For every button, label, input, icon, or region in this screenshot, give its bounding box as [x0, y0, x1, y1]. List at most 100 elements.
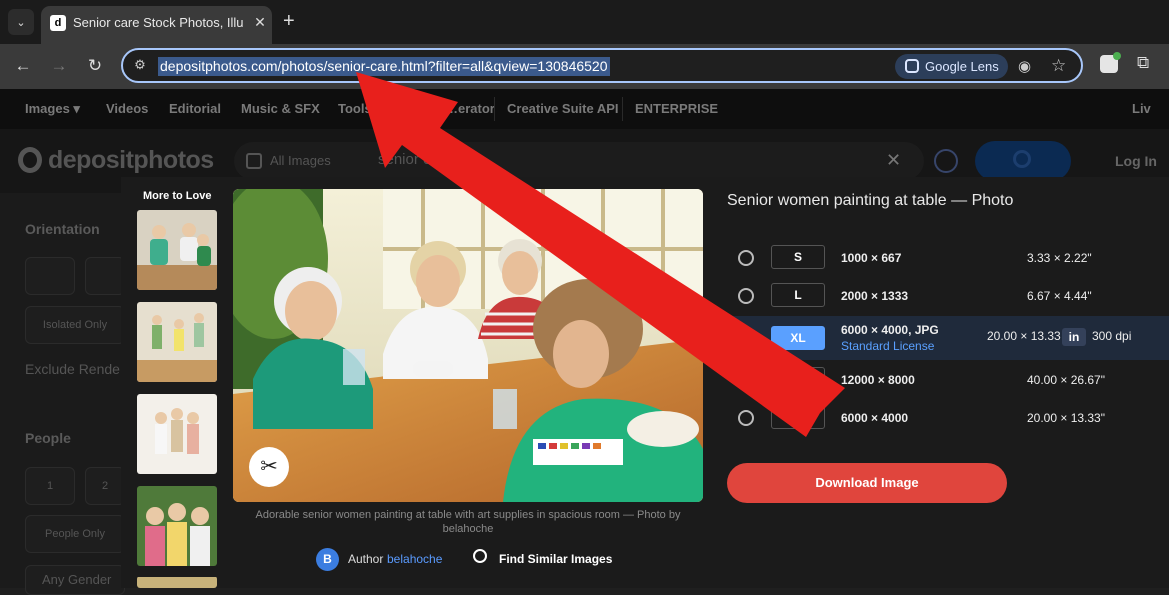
related-thumbnail[interactable] [137, 486, 217, 566]
size-radio[interactable] [738, 410, 754, 426]
size-option-s[interactable]: S 1000 × 667 3.33 × 2.22" [727, 238, 1169, 278]
nav-enterprise[interactable]: ENTERPRISE [635, 101, 718, 116]
download-image-button[interactable]: Download Image [727, 463, 1007, 503]
dpi-label: 300 dpi [1092, 329, 1132, 343]
thumbnail-image [137, 210, 217, 290]
people-count-1-button[interactable]: 1 [25, 467, 75, 505]
nav-generator[interactable]: …erator [445, 101, 495, 116]
tab-search-chevron-icon[interactable]: ⌄ [8, 9, 34, 35]
thumbnail-image [137, 394, 217, 474]
close-tab-icon[interactable]: ✕ [251, 13, 269, 31]
eye-off-icon[interactable]: ◉ [1018, 57, 1031, 75]
clear-search-icon[interactable]: ✕ [886, 150, 901, 171]
bookmark-star-icon[interactable]: ☆ [1051, 56, 1066, 76]
nav-images[interactable]: Images ▾ [25, 101, 80, 117]
forward-arrow-icon[interactable]: → [47, 54, 71, 78]
nav-divider [622, 97, 623, 121]
size-dimensions: 6000 × 4000, JPG [841, 323, 939, 337]
standard-license-link[interactable]: Standard License [841, 339, 934, 353]
address-bar[interactable]: ⚙ depositphotos.com/photos/senior-care.h… [121, 48, 1083, 83]
size-radio[interactable] [738, 372, 754, 388]
search-scope-select[interactable]: All Images [270, 153, 331, 168]
size-option-super[interactable]: SUPER 12000 × 8000 40.00 × 26.67" [727, 360, 1169, 400]
isolated-only-button[interactable]: Isolated Only [25, 306, 125, 344]
camera-lens-icon [905, 59, 919, 73]
browser-toolbar: ← → ↻ ⚙ depositphotos.com/photos/senior-… [0, 44, 1169, 89]
orientation-heading: Orientation [25, 221, 100, 237]
size-radio[interactable] [738, 288, 754, 304]
nav-live-chat[interactable]: Liv [1132, 101, 1151, 116]
size-badge: EL [771, 405, 825, 429]
image-filter-icon [246, 153, 262, 169]
photo-title: Senior women painting at table — Photo [727, 192, 1014, 209]
size-option-el[interactable]: EL 6000 × 4000 20.00 × 13.33" [727, 398, 1169, 438]
thumbnail-image [137, 577, 217, 588]
scissors-icon[interactable]: ✂ [249, 447, 289, 487]
people-count-2-button[interactable]: 2 [85, 467, 125, 505]
nav-divider [494, 97, 495, 121]
google-lens-label: Google Lens [925, 59, 999, 74]
size-inches: 20.00 × 13.33" [1027, 411, 1105, 425]
reload-icon[interactable]: ↻ [83, 54, 107, 78]
tab-title: Senior care Stock Photos, Illustr [73, 15, 243, 30]
size-badge: XL [771, 326, 825, 350]
search-icon [1013, 150, 1031, 168]
related-thumbnail[interactable] [137, 576, 217, 588]
find-similar-link[interactable]: Find Similar Images [499, 552, 612, 566]
photo-caption: Adorable senior women painting at table … [255, 509, 681, 535]
more-to-love-heading: More to Love [143, 190, 212, 202]
back-arrow-icon[interactable]: ← [11, 54, 35, 78]
nav-videos[interactable]: Videos [106, 101, 148, 116]
people-only-button[interactable]: People Only [25, 515, 125, 553]
size-inches: 40.00 × 26.67" [1027, 373, 1105, 387]
related-thumbnail[interactable] [137, 302, 217, 382]
exclude-rendered-label[interactable]: Exclude Rende [25, 361, 120, 377]
size-inches: 3.33 × 2.22" [1027, 251, 1092, 265]
site-navigation: Images ▾ Videos Editorial Music & SFX To… [0, 89, 1169, 129]
orientation-vertical-button[interactable] [85, 257, 125, 295]
login-link[interactable]: Log In [1115, 153, 1157, 169]
nav-tools[interactable]: Tools ▾ [338, 101, 382, 117]
filter-sidebar: Orientation Isolated Only Exclude Rende … [0, 193, 125, 595]
size-option-l[interactable]: L 2000 × 1333 6.67 × 4.44" [727, 276, 1169, 316]
search-icon[interactable] [473, 549, 487, 563]
new-tab-plus-icon[interactable]: + [283, 11, 295, 31]
gender-select[interactable]: Any Gender [25, 565, 125, 595]
size-radio[interactable] [738, 250, 754, 266]
url-text[interactable]: depositphotos.com/photos/senior-care.htm… [158, 57, 610, 76]
site-logo[interactable]: depositphotos [48, 146, 214, 175]
author-avatar[interactable]: B [316, 548, 339, 571]
nav-editorial[interactable]: Editorial [169, 101, 221, 116]
site-info-icon[interactable]: ⚙ [131, 57, 149, 75]
related-thumbnail[interactable] [137, 210, 217, 290]
unit-toggle[interactable]: in [1062, 328, 1086, 346]
site-search-bar[interactable]: All Images senior care ✕ [234, 142, 924, 180]
size-dimensions: 2000 × 1333 [841, 289, 909, 303]
orientation-horizontal-button[interactable] [25, 257, 75, 295]
thumbnail-image [137, 486, 217, 566]
size-inches: 6.67 × 4.44" [1027, 289, 1092, 303]
search-input[interactable]: senior care [378, 151, 452, 168]
extension-icon[interactable] [1100, 52, 1121, 73]
extension-badge [1113, 52, 1121, 60]
author-label: Author [348, 552, 384, 566]
size-dimensions: 12000 × 8000 [841, 373, 915, 387]
size-option-xl[interactable]: XL 6000 × 4000, JPG Standard License 20.… [725, 316, 1169, 360]
size-badge: S [771, 245, 825, 269]
main-photo[interactable]: ✂ [233, 189, 703, 502]
size-radio-selected[interactable] [738, 330, 754, 346]
browser-tab[interactable]: d Senior care Stock Photos, Illustr ✕ [41, 6, 272, 44]
related-thumbnail[interactable] [137, 394, 217, 474]
photo-preview-modal: More to Love ✂ Adorable senior women pai… [121, 177, 1169, 588]
nav-music-sfx[interactable]: Music & SFX [241, 101, 320, 116]
extensions-puzzle-icon[interactable]: ⧉ [1137, 53, 1149, 73]
depositphotos-logo-icon[interactable] [18, 147, 42, 173]
search-button[interactable] [975, 141, 1071, 181]
author-link[interactable]: belahoche [387, 552, 442, 566]
tab-strip: ⌄ d Senior care Stock Photos, Illustr ✕ … [0, 0, 1169, 44]
google-lens-button[interactable]: Google Lens [895, 54, 1008, 79]
thumbnail-image [137, 302, 217, 382]
photo-image [233, 189, 703, 502]
visual-search-icon[interactable] [934, 149, 958, 173]
nav-creative-suite-api[interactable]: Creative Suite API [507, 101, 619, 116]
